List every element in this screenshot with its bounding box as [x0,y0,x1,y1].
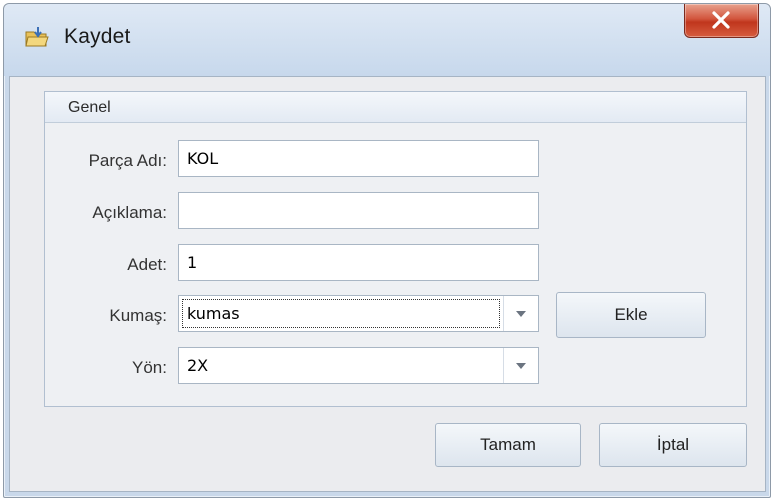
kumas-value: kumas [187,304,240,323]
save-folder-icon [25,26,49,48]
aciklama-label: Açıklama: [92,203,167,222]
yon-dropdown-button[interactable] [503,348,538,383]
close-icon [712,11,730,29]
title-bar[interactable]: Kaydet [4,4,770,76]
group-header: Genel [45,92,746,123]
parca-adi-field[interactable] [178,140,539,177]
adet-label: Adet: [127,255,167,274]
iptal-button[interactable]: İptal [599,423,747,467]
chevron-down-icon [516,363,526,369]
parca-adi-label: Parça Adı: [88,151,167,170]
yon-value: 2X [187,356,209,375]
adet-field[interactable] [178,244,539,281]
yon-label: Yön: [132,358,167,377]
ekle-button[interactable]: Ekle [556,292,706,338]
window-title: Kaydet [64,25,131,48]
tamam-button[interactable]: Tamam [435,423,581,467]
kumas-dropdown-button[interactable] [503,296,538,331]
aciklama-field[interactable] [178,192,539,229]
kumas-combo[interactable]: kumas [178,295,539,332]
kumas-label: Kumaş: [109,306,167,325]
group-caption: Genel [68,99,111,116]
yon-combo[interactable]: 2X [178,347,539,384]
close-button[interactable] [684,4,759,38]
chevron-down-icon [516,311,526,317]
